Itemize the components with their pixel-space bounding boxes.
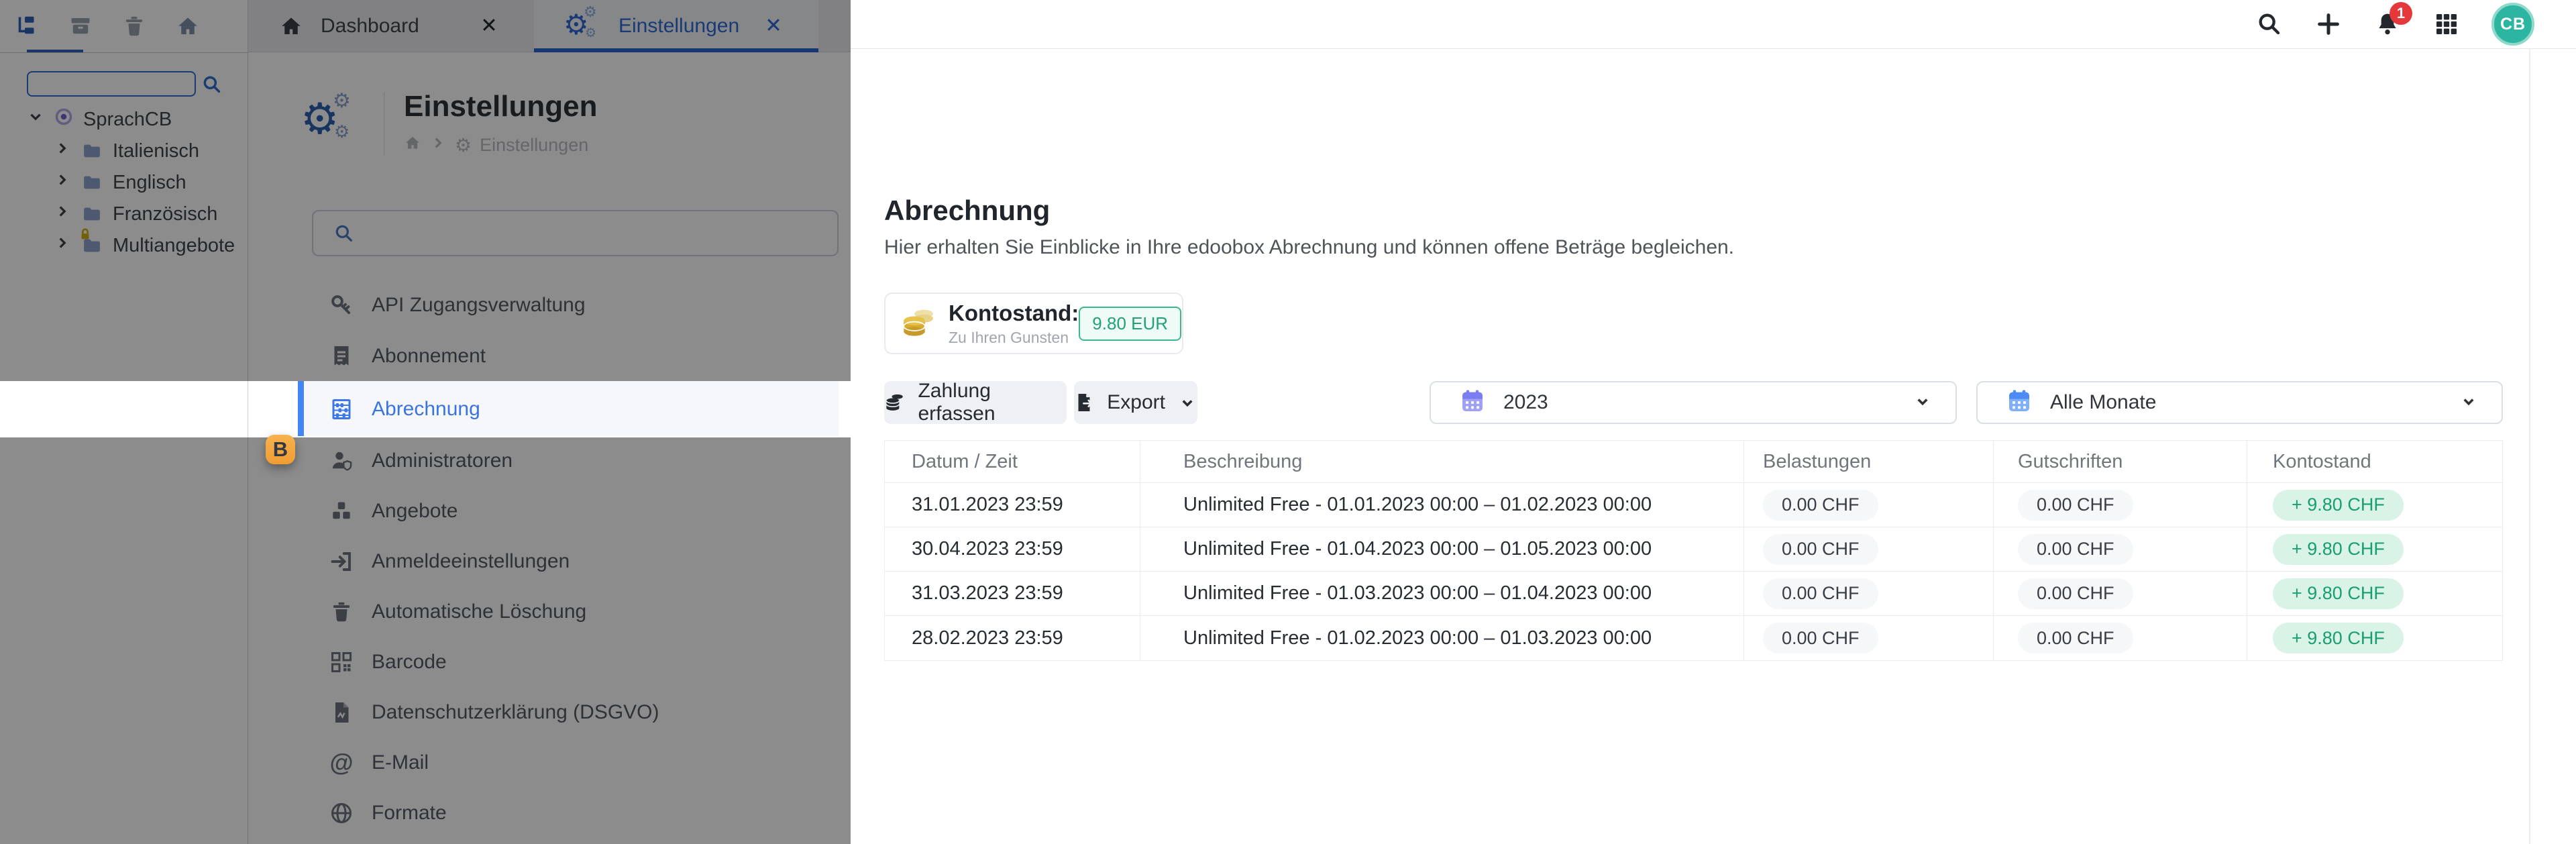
cell-description: Unlimited Free - 01.01.2023 00:00 – 01.0… — [1140, 483, 1744, 527]
month-select-value: Alle Monate — [2050, 391, 2156, 414]
abacus-icon — [329, 397, 354, 422]
debit-badge: 0.00 CHF — [1763, 623, 1878, 653]
cell-credit: 0.00 CHF — [1994, 572, 2247, 616]
cell-debit: 0.00 CHF — [1744, 527, 1994, 572]
chevron-down-icon — [2459, 391, 2479, 415]
year-select[interactable]: 2023 — [1430, 381, 1957, 424]
billing-table: Datum / Zeit Beschreibung Belastungen Gu… — [884, 440, 2503, 661]
calendar-icon — [2006, 388, 2033, 418]
export-button[interactable]: Export — [1074, 381, 1197, 424]
table-header-belastungen: Belastungen — [1744, 441, 1994, 483]
balance-badge: + 9.80 CHF — [2273, 490, 2404, 521]
cell-balance: + 9.80 CHF — [2247, 483, 2502, 527]
cell-description: Unlimited Free - 01.03.2023 00:00 – 01.0… — [1140, 572, 1744, 616]
app-screen: SprachCB Italienisch Englisch Französisc… — [0, 0, 2576, 844]
chevron-down-icon — [1913, 391, 1933, 415]
debit-badge: 0.00 CHF — [1763, 578, 1878, 609]
chevron-down-icon — [1177, 392, 1197, 413]
cell-datetime: 28.02.2023 23:59 — [885, 616, 1140, 660]
credit-badge: 0.00 CHF — [2018, 623, 2133, 653]
cell-balance: + 9.80 CHF — [2247, 616, 2502, 660]
tour-overlay-top — [0, 0, 851, 381]
billing-subtitle: Hier erhalten Sie Einblicke in Ihre edoo… — [884, 236, 1734, 259]
notification-badge: 1 — [2390, 2, 2412, 25]
tour-overlay-bottom — [0, 437, 851, 844]
cell-description: Unlimited Free - 01.02.2023 00:00 – 01.0… — [1140, 616, 1744, 660]
balance-texts: Kontostand: Zu Ihren Gunsten — [949, 301, 1079, 347]
balance-badge: + 9.80 CHF — [2273, 623, 2404, 653]
coins-icon — [900, 305, 938, 342]
cell-credit: 0.00 CHF — [1994, 616, 2247, 660]
credit-badge: 0.00 CHF — [2018, 578, 2133, 609]
balance-badge: + 9.80 CHF — [2273, 534, 2404, 565]
cell-datetime: 31.03.2023 23:59 — [885, 572, 1140, 616]
search-icon[interactable] — [2255, 10, 2284, 38]
month-select[interactable]: Alle Monate — [1976, 381, 2503, 424]
cell-balance: + 9.80 CHF — [2247, 572, 2502, 616]
cell-balance: + 9.80 CHF — [2247, 527, 2502, 572]
cell-datetime: 30.04.2023 23:59 — [885, 527, 1140, 572]
table-header-beschreibung: Beschreibung — [1140, 441, 1744, 483]
export-icon — [1074, 391, 1095, 414]
balance-badge: + 9.80 CHF — [2273, 578, 2404, 609]
table-header-datum-zeit: Datum / Zeit — [885, 441, 1140, 483]
billing-title: Abrechnung — [884, 195, 1050, 227]
scrollbar[interactable] — [2529, 49, 2530, 844]
cell-debit: 0.00 CHF — [1744, 616, 1994, 660]
coins-icon — [884, 391, 906, 414]
active-item-indicator — [298, 381, 304, 437]
plus-icon[interactable] — [2314, 10, 2343, 38]
table-header-gutschriften: Gutschriften — [1994, 441, 2247, 483]
calendar-icon — [1459, 388, 1486, 418]
credit-badge: 0.00 CHF — [2018, 490, 2133, 521]
avatar[interactable]: CB — [2491, 3, 2534, 46]
record-payment-button[interactable]: Zahlung erfassen — [884, 381, 1067, 424]
cell-credit: 0.00 CHF — [1994, 527, 2247, 572]
balance-amount-badge: 9.80 EUR — [1079, 307, 1181, 341]
tour-step-badge[interactable]: B — [266, 435, 295, 464]
debit-badge: 0.00 CHF — [1763, 534, 1878, 565]
cell-datetime: 31.01.2023 23:59 — [885, 483, 1140, 527]
cell-debit: 0.00 CHF — [1744, 483, 1994, 527]
top-bar: 1 CB — [851, 0, 2576, 49]
cell-credit: 0.00 CHF — [1994, 483, 2247, 527]
year-select-value: 2023 — [1503, 391, 1548, 414]
bell-icon[interactable]: 1 — [2373, 10, 2402, 38]
cell-description: Unlimited Free - 01.04.2023 00:00 – 01.0… — [1140, 527, 1744, 572]
debit-badge: 0.00 CHF — [1763, 490, 1878, 521]
table-header-kontostand: Kontostand — [2247, 441, 2502, 483]
balance-sublabel: Zu Ihren Gunsten — [949, 329, 1079, 347]
grid-icon[interactable] — [2432, 10, 2461, 38]
credit-badge: 0.00 CHF — [2018, 534, 2133, 565]
button-label: Zahlung erfassen — [918, 380, 1067, 425]
sidebar-item-abrechnung[interactable]: Abrechnung — [298, 381, 839, 437]
button-label: Export — [1107, 391, 1165, 414]
balance-label: Kontostand: — [949, 301, 1079, 326]
balance-card: Kontostand: Zu Ihren Gunsten 9.80 EUR — [884, 293, 1183, 354]
cell-debit: 0.00 CHF — [1744, 572, 1994, 616]
